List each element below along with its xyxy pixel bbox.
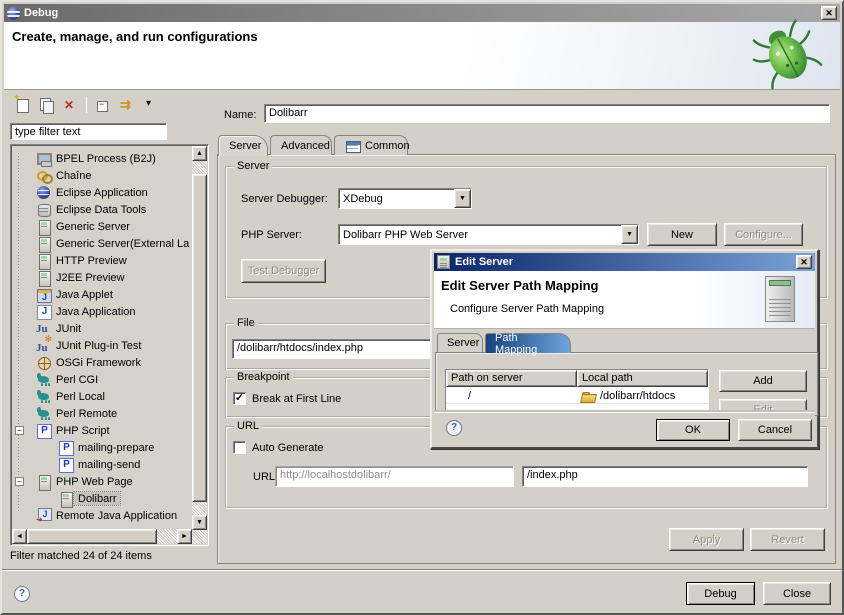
chevron-down-icon[interactable]: ▼ — [454, 189, 471, 208]
configure-button[interactable]: Configure... — [724, 223, 803, 246]
folder-icon — [581, 390, 596, 402]
dialog-title: Edit Server — [455, 256, 796, 268]
server-tower-icon — [765, 276, 795, 322]
auto-generate-checkbox[interactable] — [233, 441, 246, 454]
chevron-down-icon[interactable]: ▼ — [621, 225, 638, 244]
path-mapping-table: Path on server Local path / /dolibarr/ht… — [445, 369, 709, 416]
edit-server-title-bar: Edit Server ✕ — [434, 253, 815, 271]
edit-server-header: Edit Server Path Mapping Configure Serve… — [434, 271, 815, 329]
column-header-path-on-server[interactable]: Path on server — [446, 370, 577, 387]
base-url-input[interactable]: http://localhostdolibarr/ — [275, 466, 514, 487]
dialog-heading: Edit Server Path Mapping — [441, 278, 598, 293]
php-server-select[interactable]: Dolibarr PHP Web Server ▼ — [338, 224, 639, 245]
debug-configurations-window: Debug ✕ Create, manage, and run configur… — [0, 0, 844, 615]
server-debugger-label: Server Debugger: — [241, 193, 328, 205]
test-debugger-button[interactable]: Test Debugger — [241, 259, 326, 283]
dialog-tab-server[interactable]: Server — [437, 333, 483, 352]
new-server-button[interactable]: New — [647, 223, 717, 246]
apply-button[interactable]: Apply — [669, 528, 744, 551]
column-header-local-path[interactable]: Local path — [577, 370, 708, 387]
break-first-line-checkbox[interactable] — [233, 392, 246, 405]
edit-server-footer: ? OK Cancel — [434, 412, 815, 445]
url-path-input[interactable]: /index.php — [522, 466, 808, 487]
cancel-button[interactable]: Cancel — [738, 419, 812, 441]
path-mapping-content: Path on server Local path / /dolibarr/ht… — [435, 352, 818, 416]
help-icon[interactable]: ? — [446, 420, 462, 436]
ok-button[interactable]: OK — [656, 419, 730, 441]
break-first-line-label: Break at First Line — [252, 393, 341, 405]
close-icon[interactable]: ✕ — [796, 255, 812, 269]
dialog-tab-path-mapping[interactable]: Path Mapping — [485, 333, 571, 353]
server-icon — [437, 255, 450, 269]
edit-server-dialog: Edit Server ✕ Edit Server Path Mapping C… — [430, 249, 819, 449]
add-mapping-button[interactable]: Add — [719, 370, 807, 392]
table-row[interactable]: / /dolibarr/htdocs — [446, 387, 708, 404]
auto-generate-label: Auto Generate — [252, 442, 324, 454]
server-path-cell: / — [446, 387, 577, 403]
revert-button[interactable]: Revert — [750, 528, 825, 551]
php-server-label: PHP Server: — [241, 229, 302, 241]
local-path-cell: /dolibarr/htdocs — [600, 390, 675, 402]
dialog-subheading: Configure Server Path Mapping — [450, 303, 604, 315]
server-debugger-select[interactable]: XDebug ▼ — [338, 188, 472, 209]
